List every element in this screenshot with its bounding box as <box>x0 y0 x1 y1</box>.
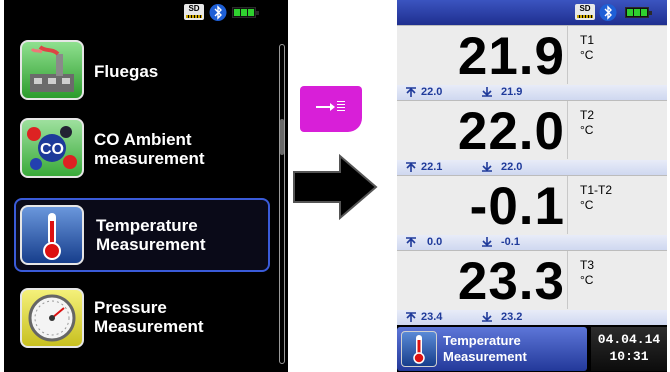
composite-screenshot: SD Fluegas CO CO Ambient measurement Tem… <box>0 0 670 372</box>
min-arrow-icon <box>482 237 492 247</box>
min-value: -0.1 <box>501 236 520 248</box>
max-arrow-icon <box>406 237 416 247</box>
thermometer-icon <box>20 205 84 265</box>
max-value: 23.4 <box>421 311 443 323</box>
bottom-bar: Temperature Measurement 04.04.14 10:31 <box>397 325 667 372</box>
reading-value: -0.1 <box>469 177 565 236</box>
status-bar: SD <box>397 0 667 25</box>
reading-name: T3 <box>580 258 595 272</box>
min-arrow-icon <box>482 162 492 172</box>
min-max-bar: 23.4 23.2 <box>397 310 667 325</box>
min-value: 21.9 <box>501 86 523 98</box>
co-molecule-icon: CO <box>20 118 84 178</box>
menu-item-label: CO Ambient measurement <box>94 130 205 168</box>
reading-name: T1 <box>580 33 595 47</box>
max-arrow-icon <box>406 87 416 97</box>
mode-label: Temperature Measurement <box>443 333 527 364</box>
reading-row-t1[interactable]: 21.9 T1 °C 22.0 21.9 <box>397 25 667 100</box>
list-icon <box>337 101 345 113</box>
max-arrow-icon <box>406 312 416 322</box>
bluetooth-icon <box>599 4 617 21</box>
max-value: 22.1 <box>421 161 443 173</box>
svg-text:CO: CO <box>40 141 64 158</box>
max-value: 0.0 <box>427 236 443 248</box>
reading-row-t1-t2[interactable]: -0.1 T1-T2 °C 0.0 -0.1 <box>397 175 667 250</box>
menu-item-co-ambient[interactable]: CO CO Ambient measurement <box>14 112 270 186</box>
menu-item-label: Pressure Measurement <box>94 298 204 336</box>
enter-arrow-icon <box>316 103 335 111</box>
menu-item-label: Fluegas <box>94 62 159 81</box>
bluetooth-icon <box>209 4 227 21</box>
reading-name: T1-T2 <box>580 183 613 197</box>
scrollbar[interactable] <box>279 44 285 364</box>
reading-value: 23.3 <box>457 252 565 311</box>
reading-value: 22.0 <box>457 102 565 161</box>
pressure-gauge-icon <box>20 288 84 348</box>
right-arrow-icon <box>293 153 378 221</box>
min-max-bar: 22.0 21.9 <box>397 85 667 100</box>
enter-key-button[interactable] <box>300 86 362 132</box>
thermometer-icon <box>401 331 437 367</box>
min-max-bar: 0.0 -0.1 <box>397 235 667 250</box>
sd-card-icon: SD <box>575 4 595 20</box>
readings-list: 21.9 T1 °C 22.0 21.9 22.0 T2 °C 22.1 22.… <box>397 25 667 325</box>
menu-item-label: Temperature Measurement <box>96 216 206 254</box>
reading-row-t2[interactable]: 22.0 T2 °C 22.1 22.0 <box>397 100 667 175</box>
menu-item-temperature[interactable]: Temperature Measurement <box>14 198 270 272</box>
menu-screen: SD Fluegas CO CO Ambient measurement Tem… <box>4 0 288 372</box>
min-value: 23.2 <box>501 311 523 323</box>
scrollbar-thumb[interactable] <box>280 119 284 155</box>
battery-icon <box>625 7 652 18</box>
menu-item-fluegas[interactable]: Fluegas <box>14 34 270 108</box>
reading-unit: °C <box>580 48 594 62</box>
mode-indicator[interactable]: Temperature Measurement <box>397 327 587 371</box>
min-arrow-icon <box>482 87 492 97</box>
min-max-bar: 22.1 22.0 <box>397 160 667 175</box>
measurement-screen: SD 21.9 T1 °C 22.0 21.9 22.0 T2 °C 22.1 … <box>397 0 667 372</box>
reading-name: T2 <box>580 108 595 122</box>
min-arrow-icon <box>482 312 492 322</box>
reading-row-t3[interactable]: 23.3 T3 °C 23.4 23.2 <box>397 250 667 325</box>
min-value: 22.0 <box>501 161 523 173</box>
factory-chimney-icon <box>20 40 84 100</box>
reading-unit: °C <box>580 198 594 212</box>
status-bar: SD <box>4 0 288 24</box>
date-time-display: 04.04.14 10:31 <box>591 327 667 371</box>
reading-value: 21.9 <box>457 27 565 86</box>
date: 04.04.14 <box>597 332 661 347</box>
max-value: 22.0 <box>421 86 443 98</box>
reading-unit: °C <box>580 123 594 137</box>
max-arrow-icon <box>406 162 416 172</box>
time: 10:31 <box>609 349 649 364</box>
reading-unit: °C <box>580 273 594 287</box>
sd-card-icon: SD <box>184 4 204 20</box>
battery-icon <box>232 7 259 18</box>
menu-item-pressure[interactable]: Pressure Measurement <box>14 282 270 356</box>
